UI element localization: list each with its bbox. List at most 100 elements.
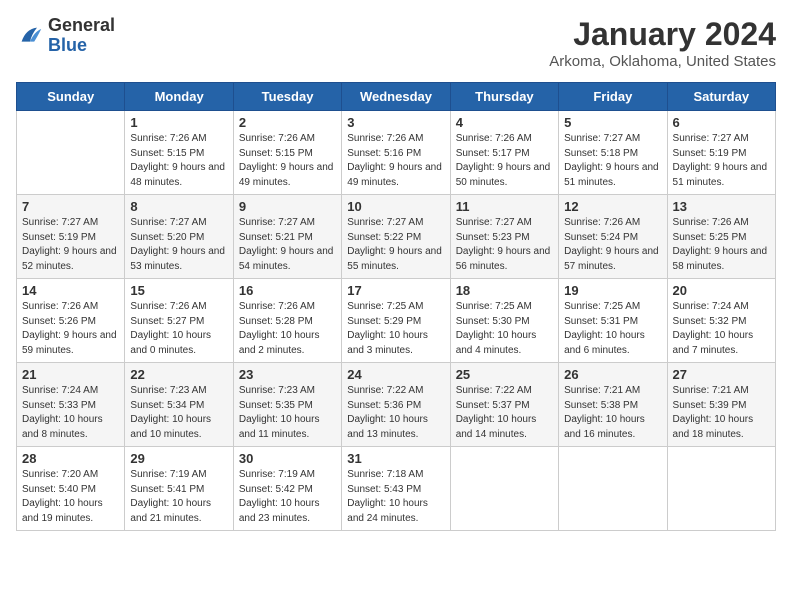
weekday-header-wednesday: Wednesday [342,83,450,111]
calendar-week-row: 28 Sunrise: 7:20 AM Sunset: 5:40 PM Dayl… [17,447,776,531]
day-number: 2 [239,115,336,130]
day-info: Sunrise: 7:19 AM Sunset: 5:41 PM Dayligh… [130,468,227,526]
calendar-cell: 25 Sunrise: 7:22 AM Sunset: 5:37 PM Dayl… [450,363,558,447]
day-number: 24 [347,367,444,382]
weekday-header-row: SundayMondayTuesdayWednesdayThursdayFrid… [17,83,776,111]
day-number: 16 [239,283,336,298]
page-header: General Blue January 2024 Arkoma, Oklaho… [16,16,776,70]
day-info: Sunrise: 7:26 AM Sunset: 5:15 PM Dayligh… [130,132,227,190]
day-info: Sunrise: 7:26 AM Sunset: 5:28 PM Dayligh… [239,300,336,358]
calendar-cell: 22 Sunrise: 7:23 AM Sunset: 5:34 PM Dayl… [125,363,233,447]
day-number: 26 [564,367,661,382]
calendar-cell: 9 Sunrise: 7:27 AM Sunset: 5:21 PM Dayli… [233,195,341,279]
weekday-header-saturday: Saturday [667,83,775,111]
day-info: Sunrise: 7:26 AM Sunset: 5:16 PM Dayligh… [347,132,444,190]
calendar-cell: 19 Sunrise: 7:25 AM Sunset: 5:31 PM Dayl… [559,279,667,363]
calendar-header: SundayMondayTuesdayWednesdayThursdayFrid… [17,83,776,111]
logo-text-general: General [48,16,115,36]
logo: General Blue [16,16,115,56]
calendar-cell: 7 Sunrise: 7:27 AM Sunset: 5:19 PM Dayli… [17,195,125,279]
day-number: 25 [456,367,553,382]
calendar-cell: 3 Sunrise: 7:26 AM Sunset: 5:16 PM Dayli… [342,111,450,195]
day-number: 27 [673,367,770,382]
day-number: 19 [564,283,661,298]
weekday-header-friday: Friday [559,83,667,111]
day-info: Sunrise: 7:21 AM Sunset: 5:38 PM Dayligh… [564,384,661,442]
day-number: 14 [22,283,119,298]
calendar-cell: 13 Sunrise: 7:26 AM Sunset: 5:25 PM Dayl… [667,195,775,279]
calendar-cell [667,447,775,531]
calendar-cell: 23 Sunrise: 7:23 AM Sunset: 5:35 PM Dayl… [233,363,341,447]
day-info: Sunrise: 7:27 AM Sunset: 5:23 PM Dayligh… [456,216,553,274]
calendar-cell: 26 Sunrise: 7:21 AM Sunset: 5:38 PM Dayl… [559,363,667,447]
calendar-week-row: 1 Sunrise: 7:26 AM Sunset: 5:15 PM Dayli… [17,111,776,195]
day-info: Sunrise: 7:21 AM Sunset: 5:39 PM Dayligh… [673,384,770,442]
day-info: Sunrise: 7:27 AM Sunset: 5:22 PM Dayligh… [347,216,444,274]
day-info: Sunrise: 7:19 AM Sunset: 5:42 PM Dayligh… [239,468,336,526]
day-number: 5 [564,115,661,130]
day-info: Sunrise: 7:27 AM Sunset: 5:21 PM Dayligh… [239,216,336,274]
logo-bird-icon [16,22,44,50]
day-info: Sunrise: 7:27 AM Sunset: 5:19 PM Dayligh… [673,132,770,190]
calendar-cell: 6 Sunrise: 7:27 AM Sunset: 5:19 PM Dayli… [667,111,775,195]
day-info: Sunrise: 7:22 AM Sunset: 5:36 PM Dayligh… [347,384,444,442]
day-number: 3 [347,115,444,130]
calendar-cell: 17 Sunrise: 7:25 AM Sunset: 5:29 PM Dayl… [342,279,450,363]
day-number: 4 [456,115,553,130]
weekday-header-monday: Monday [125,83,233,111]
day-number: 31 [347,451,444,466]
weekday-header-tuesday: Tuesday [233,83,341,111]
calendar-title: January 2024 [549,16,776,53]
day-number: 17 [347,283,444,298]
day-number: 1 [130,115,227,130]
day-info: Sunrise: 7:26 AM Sunset: 5:27 PM Dayligh… [130,300,227,358]
calendar-cell: 15 Sunrise: 7:26 AM Sunset: 5:27 PM Dayl… [125,279,233,363]
calendar-table: SundayMondayTuesdayWednesdayThursdayFrid… [16,82,776,531]
day-info: Sunrise: 7:18 AM Sunset: 5:43 PM Dayligh… [347,468,444,526]
calendar-cell: 8 Sunrise: 7:27 AM Sunset: 5:20 PM Dayli… [125,195,233,279]
calendar-cell [450,447,558,531]
day-number: 11 [456,199,553,214]
day-number: 20 [673,283,770,298]
day-info: Sunrise: 7:25 AM Sunset: 5:31 PM Dayligh… [564,300,661,358]
calendar-cell [17,111,125,195]
day-number: 29 [130,451,227,466]
day-number: 13 [673,199,770,214]
day-info: Sunrise: 7:25 AM Sunset: 5:29 PM Dayligh… [347,300,444,358]
day-info: Sunrise: 7:27 AM Sunset: 5:20 PM Dayligh… [130,216,227,274]
calendar-cell: 12 Sunrise: 7:26 AM Sunset: 5:24 PM Dayl… [559,195,667,279]
logo-text-blue: Blue [48,36,115,56]
calendar-cell: 31 Sunrise: 7:18 AM Sunset: 5:43 PM Dayl… [342,447,450,531]
calendar-cell: 16 Sunrise: 7:26 AM Sunset: 5:28 PM Dayl… [233,279,341,363]
calendar-cell: 29 Sunrise: 7:19 AM Sunset: 5:41 PM Dayl… [125,447,233,531]
day-info: Sunrise: 7:26 AM Sunset: 5:17 PM Dayligh… [456,132,553,190]
calendar-week-row: 7 Sunrise: 7:27 AM Sunset: 5:19 PM Dayli… [17,195,776,279]
day-number: 9 [239,199,336,214]
day-number: 8 [130,199,227,214]
day-info: Sunrise: 7:24 AM Sunset: 5:32 PM Dayligh… [673,300,770,358]
calendar-cell: 30 Sunrise: 7:19 AM Sunset: 5:42 PM Dayl… [233,447,341,531]
day-info: Sunrise: 7:23 AM Sunset: 5:34 PM Dayligh… [130,384,227,442]
calendar-week-row: 14 Sunrise: 7:26 AM Sunset: 5:26 PM Dayl… [17,279,776,363]
calendar-cell: 11 Sunrise: 7:27 AM Sunset: 5:23 PM Dayl… [450,195,558,279]
weekday-header-thursday: Thursday [450,83,558,111]
calendar-week-row: 21 Sunrise: 7:24 AM Sunset: 5:33 PM Dayl… [17,363,776,447]
day-info: Sunrise: 7:20 AM Sunset: 5:40 PM Dayligh… [22,468,119,526]
day-info: Sunrise: 7:26 AM Sunset: 5:15 PM Dayligh… [239,132,336,190]
calendar-cell: 1 Sunrise: 7:26 AM Sunset: 5:15 PM Dayli… [125,111,233,195]
day-info: Sunrise: 7:22 AM Sunset: 5:37 PM Dayligh… [456,384,553,442]
calendar-cell: 4 Sunrise: 7:26 AM Sunset: 5:17 PM Dayli… [450,111,558,195]
calendar-cell: 27 Sunrise: 7:21 AM Sunset: 5:39 PM Dayl… [667,363,775,447]
calendar-cell: 28 Sunrise: 7:20 AM Sunset: 5:40 PM Dayl… [17,447,125,531]
day-number: 22 [130,367,227,382]
day-info: Sunrise: 7:26 AM Sunset: 5:25 PM Dayligh… [673,216,770,274]
day-number: 7 [22,199,119,214]
day-number: 12 [564,199,661,214]
day-number: 21 [22,367,119,382]
calendar-cell: 2 Sunrise: 7:26 AM Sunset: 5:15 PM Dayli… [233,111,341,195]
calendar-cell [559,447,667,531]
day-info: Sunrise: 7:26 AM Sunset: 5:24 PM Dayligh… [564,216,661,274]
calendar-body: 1 Sunrise: 7:26 AM Sunset: 5:15 PM Dayli… [17,111,776,531]
calendar-cell: 21 Sunrise: 7:24 AM Sunset: 5:33 PM Dayl… [17,363,125,447]
weekday-header-sunday: Sunday [17,83,125,111]
